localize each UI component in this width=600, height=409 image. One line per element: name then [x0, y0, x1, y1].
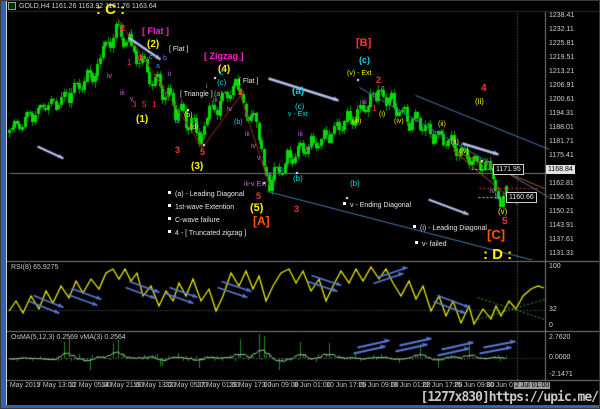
- window-border-inner: [6, 1, 7, 408]
- chart-canvas[interactable]: [1, 1, 599, 408]
- chart-window-icon: [8, 2, 16, 10]
- chart-title-bar[interactable]: GOLD,H4 1161.26 1163.92 1161.76 1163.64: [8, 1, 157, 11]
- window-border-bottom: [1, 405, 599, 408]
- watermark: [1277x830]https://upic.me/: [420, 390, 599, 405]
- chart-title: GOLD,H4 1161.26 1163.92 1161.76 1163.64: [19, 2, 157, 10]
- mt4-chart-window: GOLD,H4 1161.26 1163.92 1161.76 1163.64 …: [0, 0, 600, 409]
